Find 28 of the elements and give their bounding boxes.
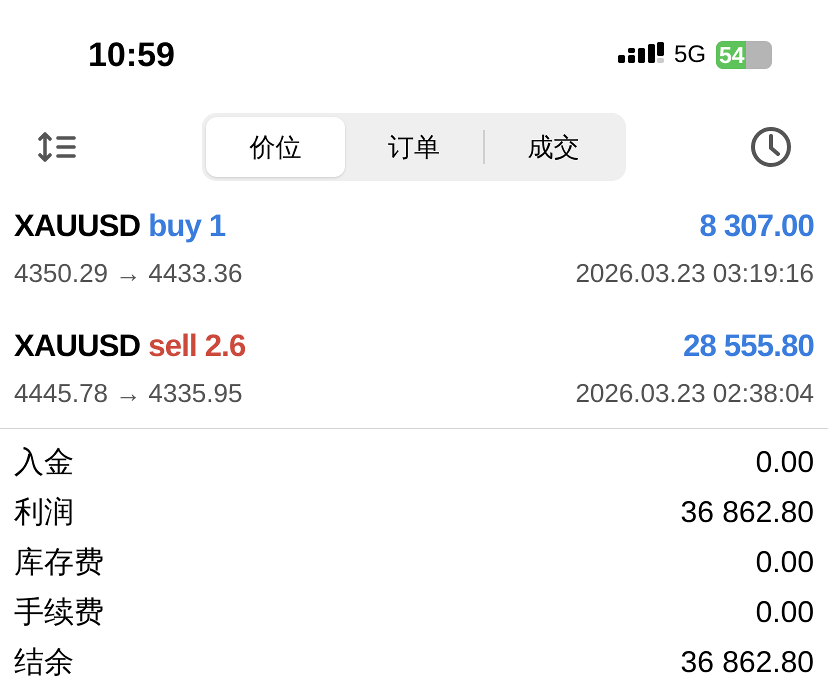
profit-value: 8 307.00 [700, 206, 814, 245]
clock-time: 10:59 [88, 34, 175, 76]
summary-label: 利润 [14, 494, 74, 530]
summary-value: 0.00 [756, 594, 814, 630]
sort-icon[interactable] [38, 131, 78, 163]
trade-side: sell 2.6 [148, 326, 246, 365]
price-range: 4445.78 → 4335.95 [14, 376, 242, 410]
summary-label: 手续费 [14, 594, 104, 630]
segment-tab[interactable]: 价位 [206, 117, 345, 177]
summary-value: 0.00 [756, 544, 814, 580]
trade-time: 2026.03.23 02:38:04 [575, 376, 814, 410]
battery-indicator: 54 [716, 41, 772, 69]
symbol-label: XAUUSD [14, 206, 140, 245]
trade-time: 2026.03.23 03:19:16 [575, 256, 814, 290]
price-range: 4350.29 → 4433.36 [14, 256, 242, 290]
network-label: 5G [674, 40, 706, 70]
summary-value: 36 862.80 [680, 494, 814, 530]
trade-side: buy 1 [148, 206, 226, 245]
summary-label: 库存费 [14, 544, 104, 580]
summary-value: 36 862.80 [680, 644, 814, 680]
segment-tab[interactable]: 成交 [485, 117, 622, 177]
summary-value: 0.00 [756, 444, 814, 480]
clock-icon[interactable] [750, 126, 792, 168]
summary-label: 结余 [14, 644, 74, 680]
segment-tab[interactable]: 订单 [344, 117, 484, 177]
profit-value: 28 555.80 [683, 326, 814, 365]
symbol-label: XAUUSD [14, 326, 140, 365]
summary-label: 入金 [14, 444, 74, 480]
